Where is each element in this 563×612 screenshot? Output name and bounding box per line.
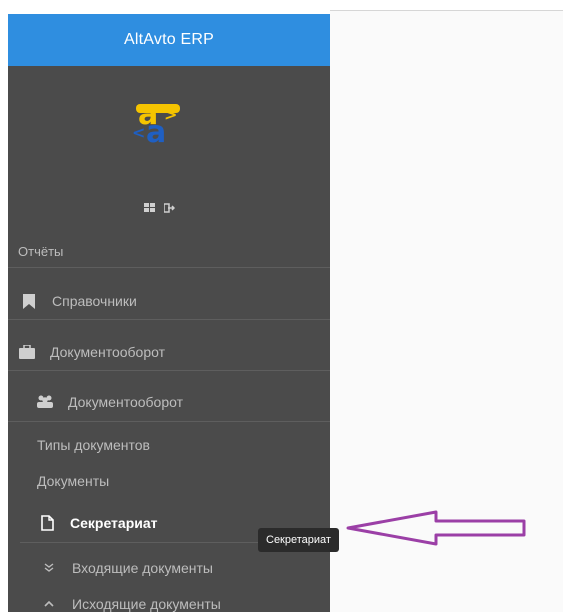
sidebar-item-reports[interactable]: Отчёты <box>8 236 330 266</box>
svg-text:<: < <box>132 123 145 142</box>
bookmark-icon <box>20 293 38 309</box>
sidebar: AltAvto ERP a > a < Отчёты Справочники Д… <box>8 14 330 612</box>
sidebar-quick-actions <box>144 200 176 218</box>
divider <box>8 319 330 320</box>
chevron-double-down-icon <box>40 560 58 576</box>
sidebar-item-document-flow[interactable]: Документооборот <box>8 337 330 367</box>
app-title[interactable]: AltAvto ERP <box>8 14 330 66</box>
submenu-item-incoming[interactable]: Входящие документы <box>8 556 330 580</box>
divider <box>8 267 330 268</box>
sidebar-item-label: Справочники <box>52 293 137 309</box>
logout-icon[interactable] <box>163 200 176 218</box>
annotation-arrow <box>346 510 526 546</box>
briefcase-icon <box>18 344 36 360</box>
submenu-item-label: Входящие документы <box>72 560 213 576</box>
submenu-link-documents[interactable]: Документы <box>8 468 330 494</box>
grid-icon[interactable] <box>144 200 156 218</box>
sidebar-item-label: Документооборот <box>50 344 166 360</box>
submenu-item-label: Секретариат <box>70 515 158 531</box>
users-icon <box>36 394 54 410</box>
divider <box>8 421 330 422</box>
submenu-group-document-flow[interactable]: Документооборот <box>8 387 330 417</box>
tooltip: Секретариат <box>258 528 339 552</box>
file-icon <box>38 515 56 531</box>
chevron-up-icon <box>40 596 58 612</box>
submenu-link-label: Типы документов <box>37 437 150 453</box>
submenu-group-label: Документооборот <box>68 394 184 410</box>
sidebar-item-label: Отчёты <box>18 243 64 259</box>
divider <box>8 370 330 371</box>
top-strip <box>0 0 563 10</box>
submenu-link-label: Документы <box>37 473 110 489</box>
submenu-item-outgoing[interactable]: Исходящие документы <box>8 592 330 612</box>
logo[interactable]: a > a < <box>128 92 208 144</box>
sidebar-item-directories[interactable]: Справочники <box>8 286 330 316</box>
submenu-item-label: Исходящие документы <box>72 596 221 612</box>
svg-text:a: a <box>146 115 166 144</box>
submenu-link-document-types[interactable]: Типы документов <box>8 432 330 458</box>
